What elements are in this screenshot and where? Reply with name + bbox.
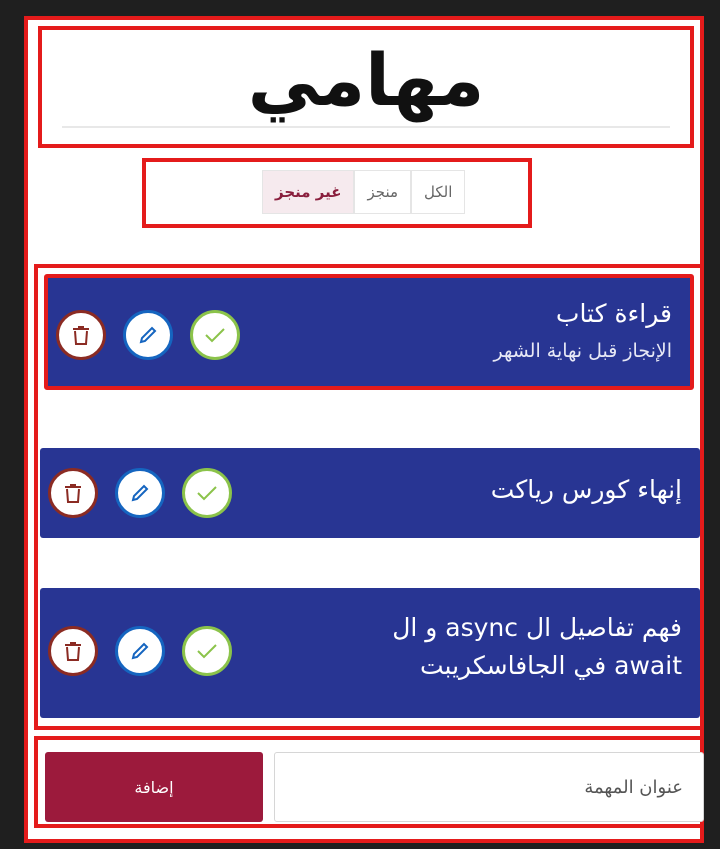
task-description: الإنجاز قبل نهاية الشهر — [493, 340, 672, 362]
task-actions — [56, 310, 240, 360]
edit-button[interactable] — [123, 310, 173, 360]
filter-toggle-group: الكل منجز غير منجز — [262, 170, 466, 214]
check-icon — [197, 644, 217, 659]
pencil-icon — [131, 642, 149, 660]
check-icon — [197, 486, 217, 501]
title-section: مهامي — [38, 26, 694, 148]
task-actions — [48, 626, 232, 676]
filter-done-button[interactable]: منجز — [354, 170, 412, 214]
task-item: قراءة كتاب الإنجاز قبل نهاية الشهر — [44, 274, 694, 390]
trash-icon — [73, 326, 89, 345]
complete-button[interactable] — [190, 310, 240, 360]
task-item: فهم تفاصيل ال async و ال await في الجافا… — [40, 588, 700, 718]
filter-section: الكل منجز غير منجز — [142, 158, 532, 228]
delete-button[interactable] — [48, 468, 98, 518]
page-title: مهامي — [247, 38, 485, 122]
edit-button[interactable] — [115, 468, 165, 518]
delete-button[interactable] — [56, 310, 106, 360]
trash-icon — [65, 642, 81, 661]
task-item: إنهاء كورس رياكت — [40, 448, 700, 538]
todo-app: مهامي الكل منجز غير منجز قراءة كتاب الإن… — [24, 16, 704, 843]
add-task-section: إضافة — [34, 736, 704, 828]
trash-icon — [65, 484, 81, 503]
check-icon — [205, 328, 225, 343]
pencil-icon — [131, 484, 149, 502]
complete-button[interactable] — [182, 468, 232, 518]
task-title-input[interactable] — [274, 752, 704, 822]
title-divider — [62, 126, 670, 128]
filter-all-button[interactable]: الكل — [411, 170, 466, 214]
pencil-icon — [139, 326, 157, 344]
task-title-line-2: await في الجافاسكريبت — [419, 651, 682, 680]
add-task-button[interactable]: إضافة — [45, 752, 263, 822]
task-title: إنهاء كورس رياكت — [490, 475, 682, 504]
complete-button[interactable] — [182, 626, 232, 676]
task-title: فهم تفاصيل ال async و ال — [392, 613, 682, 642]
filter-not-done-button[interactable]: غير منجز — [262, 170, 355, 214]
task-actions — [48, 468, 232, 518]
tasks-list: قراءة كتاب الإنجاز قبل نهاية الشهر إنهاء… — [34, 264, 704, 730]
delete-button[interactable] — [48, 626, 98, 676]
task-title: قراءة كتاب — [555, 299, 672, 328]
edit-button[interactable] — [115, 626, 165, 676]
